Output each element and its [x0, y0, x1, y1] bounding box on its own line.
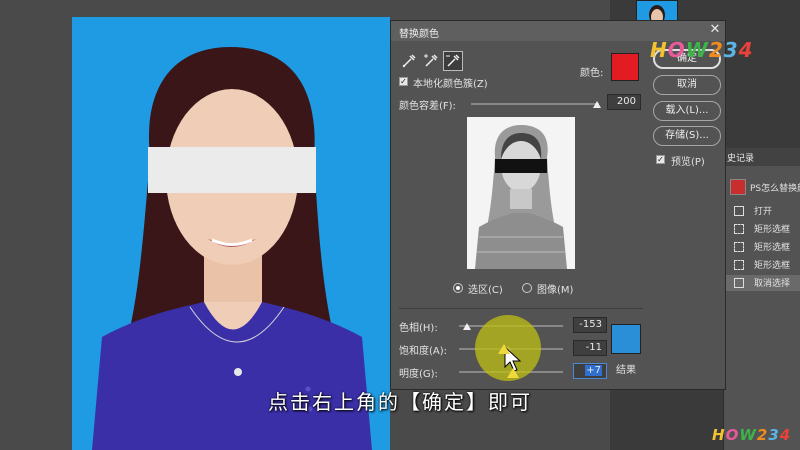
hue-input[interactable]: -153 — [573, 317, 607, 333]
hue-slider-thumb[interactable] — [462, 323, 471, 330]
history-item-selected[interactable]: 取消选择 — [724, 275, 800, 291]
preview-label: 预览(P) — [671, 157, 705, 168]
lightness-value-text: +7 — [585, 365, 602, 376]
preview-checkbox[interactable]: ✓ — [656, 155, 665, 164]
localized-clusters-checkbox[interactable]: ✓ — [399, 77, 408, 86]
eyedropper-minus-icon[interactable] — [443, 51, 463, 71]
history-item-label: 矩形选框 — [754, 261, 791, 271]
saturation-input[interactable]: -11 — [573, 340, 607, 356]
load-button[interactable]: 载入(L)... — [653, 101, 721, 121]
history-item[interactable]: 打开 — [724, 203, 800, 219]
video-subtitle: 点击右上角的【确定】即可 — [268, 390, 532, 414]
replace-color-dialog: 替换颜色 ✕ 颜色: ✓ 本地化颜色簇(Z) 颜色容差(F): 200 选区(C… — [390, 20, 726, 390]
lightness-input[interactable]: +7 — [573, 363, 607, 379]
eyedropper-icon[interactable] — [399, 51, 419, 71]
hue-label: 色相(H): — [399, 323, 438, 334]
selection-preview — [467, 117, 575, 269]
document-icon — [734, 206, 744, 216]
fuzziness-slider-thumb[interactable] — [593, 101, 601, 108]
watermark-logo: HOW234 — [650, 38, 754, 62]
history-item-label: 矩形选框 — [754, 243, 791, 253]
history-item-label: 矩形选框 — [754, 225, 791, 235]
dialog-title: 替换颜色 — [399, 29, 439, 40]
slider-thumb-marker-icon — [507, 368, 519, 378]
fuzziness-input[interactable]: 200 — [607, 94, 641, 110]
marquee-icon — [734, 242, 744, 252]
document-icon — [734, 278, 744, 288]
selection-radio-label: 选区(C) — [468, 285, 503, 296]
result-label: 结果 — [616, 365, 636, 376]
fuzziness-label: 颜色容差(F): — [399, 101, 456, 112]
marquee-icon — [734, 224, 744, 234]
saturation-label: 饱和度(A): — [399, 346, 448, 357]
history-snapshot[interactable]: PS怎么替换颜 — [724, 177, 800, 197]
history-header: 史记录 — [724, 148, 800, 166]
selection-radio[interactable] — [453, 283, 463, 293]
fuzziness-slider-track[interactable] — [471, 103, 599, 105]
result-color-swatch[interactable] — [611, 324, 641, 354]
watermark-logo-small: HOW234 — [712, 426, 792, 444]
slider-thumb-marker-icon — [498, 344, 510, 354]
history-snapshot-label: PS怎么替换颜 — [750, 184, 800, 194]
section-divider — [399, 308, 643, 309]
history-item-label: 打开 — [754, 207, 773, 217]
history-item-label: 取消选择 — [754, 279, 791, 289]
history-item[interactable]: 矩形选框 — [724, 221, 800, 237]
close-icon[interactable]: ✕ — [707, 22, 723, 38]
image-radio-label: 图像(M) — [537, 285, 574, 296]
image-radio[interactable] — [522, 283, 532, 293]
lightness-label: 明度(G): — [399, 369, 438, 380]
save-button[interactable]: 存储(S)... — [653, 126, 721, 146]
history-item[interactable]: 矩形选框 — [724, 257, 800, 273]
snapshot-thumbnail — [730, 179, 746, 195]
localized-clusters-label: 本地化颜色簇(Z) — [413, 79, 488, 90]
history-header-label: 史记录 — [727, 154, 755, 164]
marquee-icon — [734, 260, 744, 270]
selection-color-swatch[interactable] — [611, 53, 639, 81]
cancel-button[interactable]: 取消 — [653, 75, 721, 95]
history-item[interactable]: 矩形选框 — [724, 239, 800, 255]
eyedropper-plus-icon[interactable] — [421, 51, 441, 71]
color-label: 颜色: — [580, 68, 604, 79]
